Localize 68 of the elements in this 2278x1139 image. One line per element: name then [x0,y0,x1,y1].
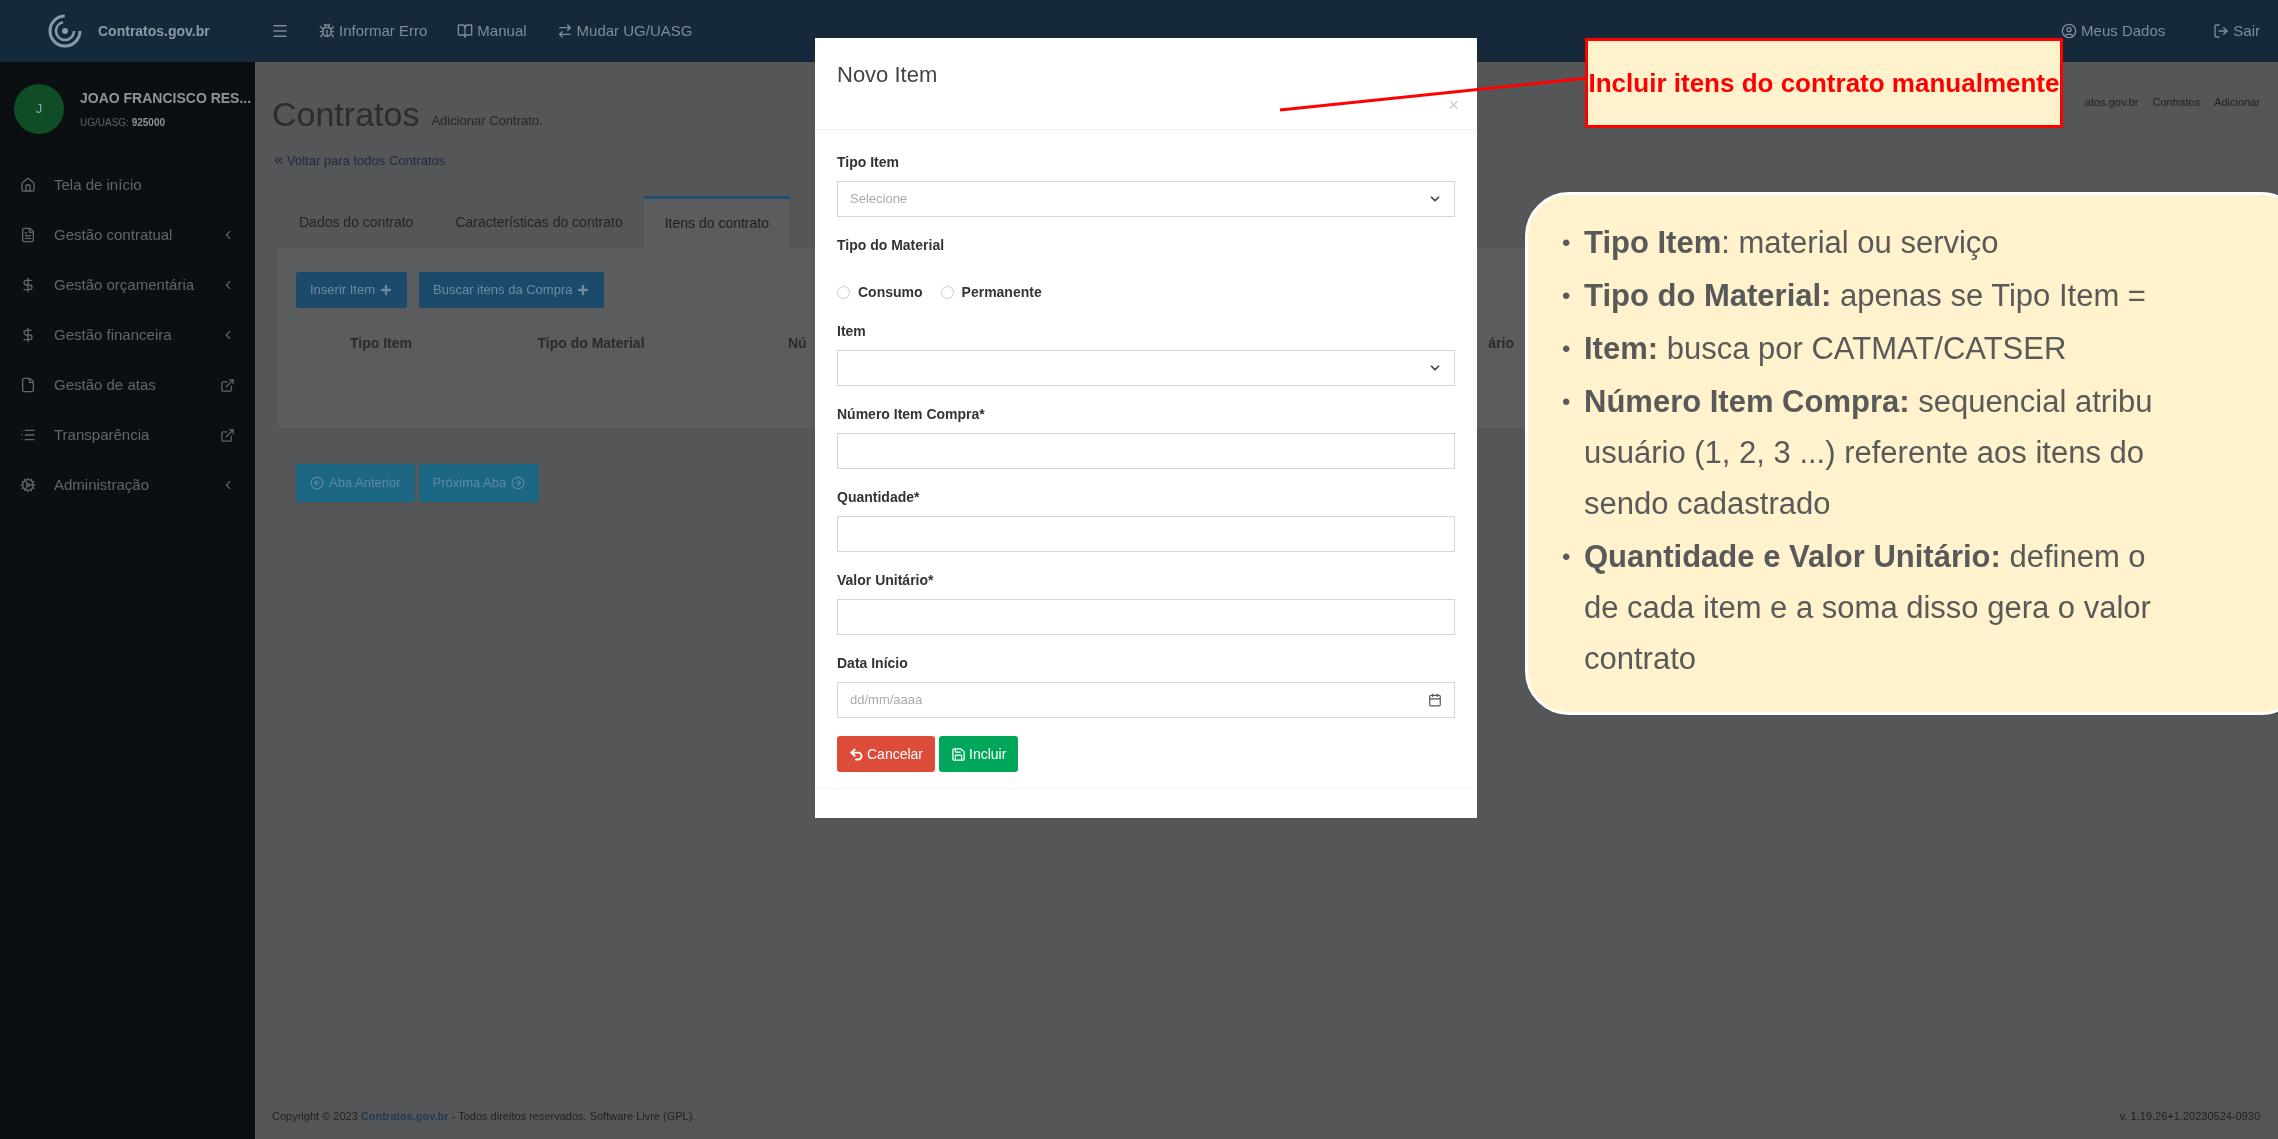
save-button[interactable]: Incluir [939,736,1019,772]
avatar: J [14,84,64,134]
select-field[interactable]: Selecione [837,181,1455,217]
topbar-link[interactable]: Mudar UG/UASG [556,19,693,43]
brand-name[interactable]: Contratos.gov.br [98,20,210,42]
select-field[interactable] [837,350,1455,386]
callout-bullet: • Item: busca por CATMAT/CATSER [1562,330,2067,368]
sidebar-item[interactable]: Tela de início [0,160,255,210]
plus-icon [379,283,393,297]
sidebar-item[interactable]: Administração [0,460,255,510]
callout-bullet: • Quantidade e Valor Unitário: definem o de cada item e a soma disso gera o valor contrato [1562,538,2151,678]
sidebar-item[interactable]: Gestão orçamentária [0,260,255,310]
dollar-icon [20,277,36,293]
annotation-label: Incluir itens do contrato manualmente [1585,38,2063,128]
radio-option[interactable]: Permanente [940,282,1042,303]
menu-icon[interactable] [271,22,289,40]
file-icon [20,377,36,393]
undo-icon [849,746,864,762]
sidebar-item[interactable]: Gestão de atas [0,360,255,410]
tab-nav-button[interactable]: Próxima Aba [418,464,540,502]
field-label: Tipo Item [837,153,899,172]
arrow-right-icon [511,476,526,490]
arrows-icon [556,23,573,39]
sidebar-item[interactable]: Transparência [0,410,255,460]
date-field[interactable]: dd/mm/aaaa [837,682,1455,718]
field-label: Item [837,322,866,341]
gear-icon [20,477,36,493]
field-label: Data Início [837,654,908,673]
dollar-icon [20,327,36,343]
logo-icon [48,14,82,48]
topbar-link[interactable]: Manual [457,19,527,43]
sidebar-item[interactable]: Gestão financeira [0,310,255,360]
add-button[interactable]: Inserir Item [296,272,407,308]
arrow-left-icon [310,476,324,490]
external-link-icon [220,377,235,393]
book-icon [457,23,474,39]
back-link[interactable]: Voltar para todos Contratos [272,150,446,170]
home-icon [20,177,36,193]
radio-option[interactable]: Consumo [837,282,923,303]
field-label: Número Item Compra* [837,405,985,424]
add-button[interactable]: Buscar itens da Compra [419,272,605,308]
plus-icon [576,283,591,297]
bug-icon [319,23,335,39]
input-field[interactable] [837,433,1455,469]
tab-nav-button[interactable]: Aba Anterior [296,464,415,502]
input-field[interactable] [837,599,1455,635]
save-icon [951,746,967,762]
logout-icon [2213,23,2230,39]
cancel-button[interactable]: Cancelar [837,736,936,772]
field-label: Quantidade* [837,488,920,507]
field-label: Valor Unitário* [837,571,934,590]
document-icon [20,227,36,243]
field-label: Tipo do Material [837,236,945,255]
user-name: JOAO FRANCISCO RES... [80,89,252,108]
topbar-link[interactable]: Meus Dados [2061,19,2166,43]
modal-title: Novo Item [837,61,938,89]
callout-bullet: • Tipo do Material: apenas se Tipo Item = [1562,277,2146,315]
input-field[interactable] [837,516,1455,552]
topbar-link[interactable]: Informar Erro [319,19,428,43]
topbar-link[interactable]: Sair [2213,19,2260,43]
tab[interactable]: Itens do contrato [643,196,790,248]
user-icon [2061,23,2078,39]
callout-bullet: • Tipo Item: material ou serviço [1562,224,1999,262]
sidebar-item[interactable]: Gestão contratual [0,210,255,260]
external-link-icon [220,427,235,443]
user-unit: UG/UASG: 925000 [80,116,167,130]
calendar-icon [1428,693,1442,707]
list-icon [20,427,36,443]
